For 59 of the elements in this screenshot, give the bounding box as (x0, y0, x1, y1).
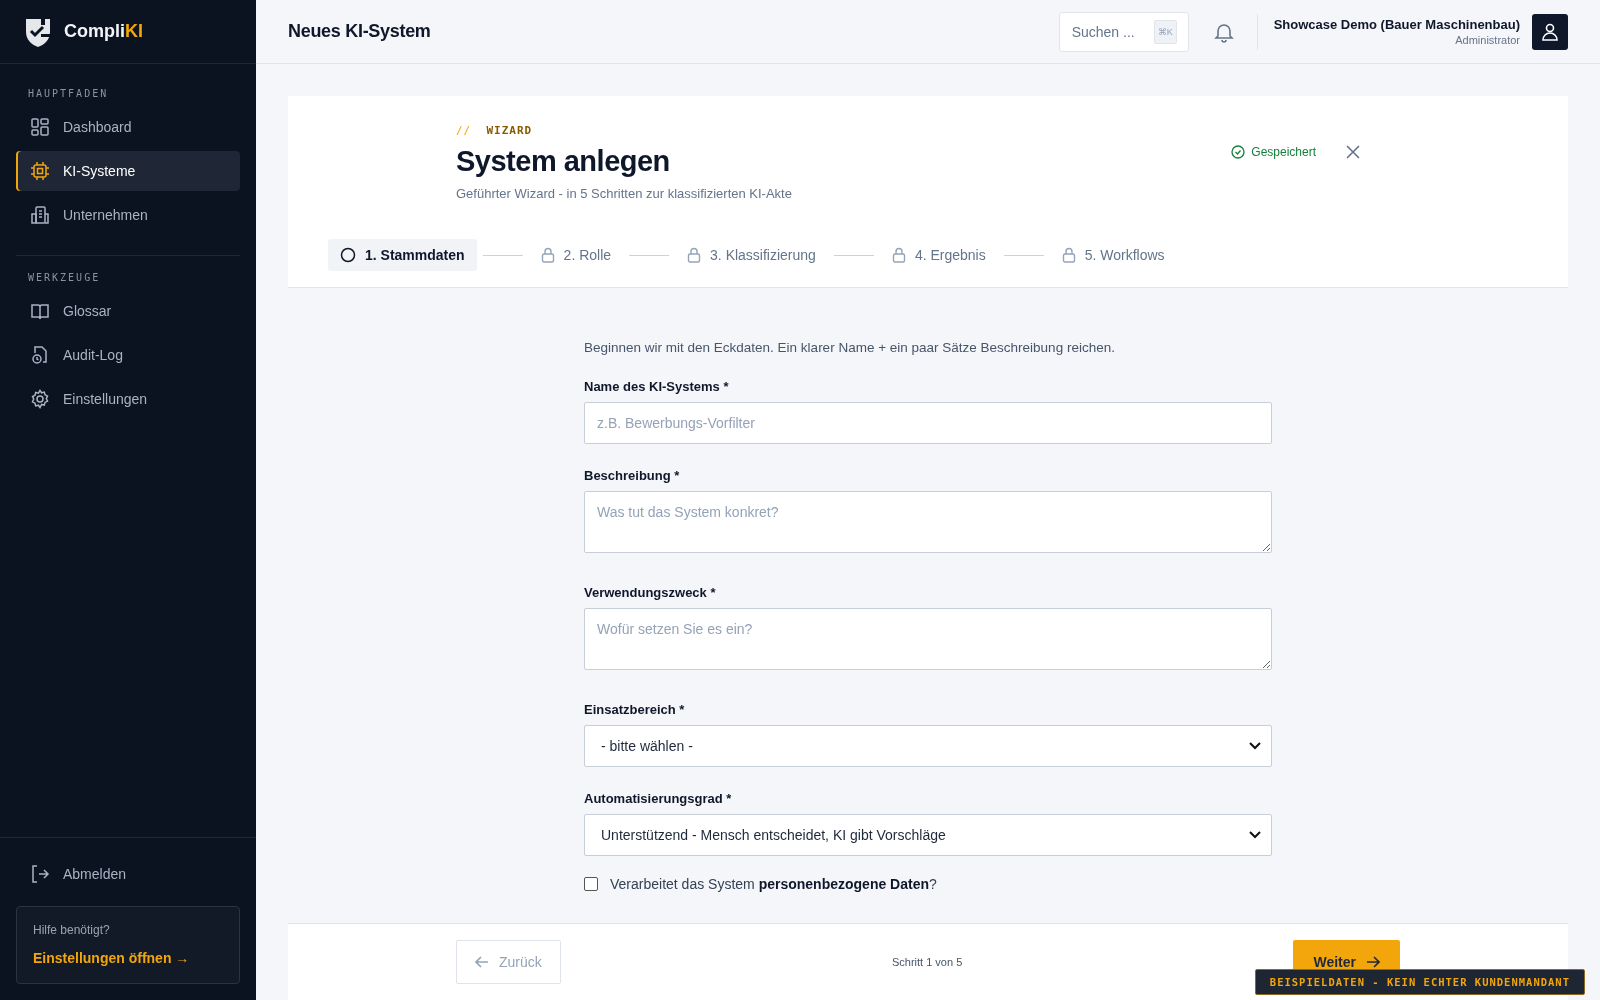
grid-icon (30, 117, 50, 137)
field-label: Verwendungszweck * (584, 585, 717, 600)
field-label: Name des KI-Systems * (584, 379, 730, 394)
close-icon[interactable] (1346, 145, 1360, 159)
field-label: Beschreibung * (584, 468, 681, 483)
step-counter: Schritt 1 von 5 (891, 956, 963, 968)
select-field[interactable]: Unterstützend - Mensch entscheidet, KI gibt Vorschläge (584, 814, 1272, 856)
field-label: Automatisierungsgrad * (584, 791, 733, 806)
nav-item[interactable]: Unternehmen (16, 195, 240, 235)
book-icon (30, 301, 50, 321)
arrow-right-icon (1366, 956, 1380, 968)
nav-item[interactable]: Dashboard (16, 107, 240, 147)
user-name: Showcase Demo (Bauer Maschinenbau) (1273, 17, 1520, 32)
nav-item[interactable]: Einstellungen (16, 379, 240, 419)
lock-icon (1061, 247, 1076, 263)
user-avatar[interactable] (1532, 13, 1568, 50)
saved-status: Gespeichert (1251, 145, 1316, 159)
lock-icon (687, 247, 702, 263)
document-clock-icon (30, 345, 50, 365)
building-icon (30, 205, 50, 225)
chevron-down-icon (1249, 742, 1261, 750)
wizard-step[interactable]: 5. Workflows (1049, 239, 1177, 271)
page-title: Neues KI-System (288, 21, 432, 42)
demo-data-toast: BEISPIELDATEN - KEIN ECHTER KUNDENMANDANT (1254, 969, 1585, 995)
checkbox[interactable] (584, 877, 598, 891)
check-circle-icon (1231, 145, 1246, 159)
intro-text: Beginnen wir mit den Eckdaten. Ein klarer Name + ein paar Sätze Beschreibung reichen. (584, 340, 1116, 355)
field-label: Einsatzbereich * (584, 702, 686, 717)
section-title: WERKZEUGE (27, 272, 102, 283)
lock-icon (891, 247, 906, 263)
nav-item[interactable]: KI-Systeme (16, 151, 240, 191)
textarea-field[interactable]: Was tut das System konkret? (584, 491, 1272, 553)
help-title: Hilfe benötigt? (33, 923, 111, 937)
arrow-left-icon (475, 956, 489, 968)
brand-name: CompliKI (64, 21, 143, 42)
nav-item[interactable]: Audit-Log (16, 335, 240, 375)
settings-icon (30, 389, 50, 409)
logout-icon (30, 864, 50, 884)
wizard-title: System anlegen (456, 145, 671, 178)
circle-icon (340, 247, 356, 263)
chevron-down-icon (1249, 831, 1261, 839)
section-title: HAUPTFADEN (27, 88, 110, 99)
wizard-step[interactable]: 3. Klassifizierung (675, 239, 828, 271)
select-field[interactable]: - bitte wählen - (584, 725, 1272, 767)
chip-icon (30, 161, 50, 181)
textarea-field[interactable]: Wofür setzen Sie es ein? (584, 608, 1272, 670)
user-icon (1540, 21, 1560, 42)
wizard-step[interactable]: 4. Ergebnis (879, 239, 998, 271)
settings-link[interactable]: Einstellungen öffnen → (33, 950, 190, 966)
wizard-step[interactable]: 1. Stammdaten (328, 239, 477, 271)
wizard-step[interactable]: 2. Rolle (528, 239, 624, 271)
nav-item[interactable]: Glossar (16, 291, 240, 331)
input-field[interactable]: z.B. Bewerbungs-Vorfilter (584, 402, 1272, 444)
wizard-subtitle: Geführter Wizard - in 5 Schritten zur klassifizierten KI-Akte (456, 186, 792, 201)
eyebrow-label: // WIZARD (456, 124, 534, 137)
user-role: Administrator (1454, 34, 1520, 46)
checkbox-label: Verarbeitet das System personenbezogene Daten? (610, 876, 937, 892)
logout-item[interactable]: Abmelden (16, 854, 240, 894)
lock-icon (540, 247, 555, 263)
